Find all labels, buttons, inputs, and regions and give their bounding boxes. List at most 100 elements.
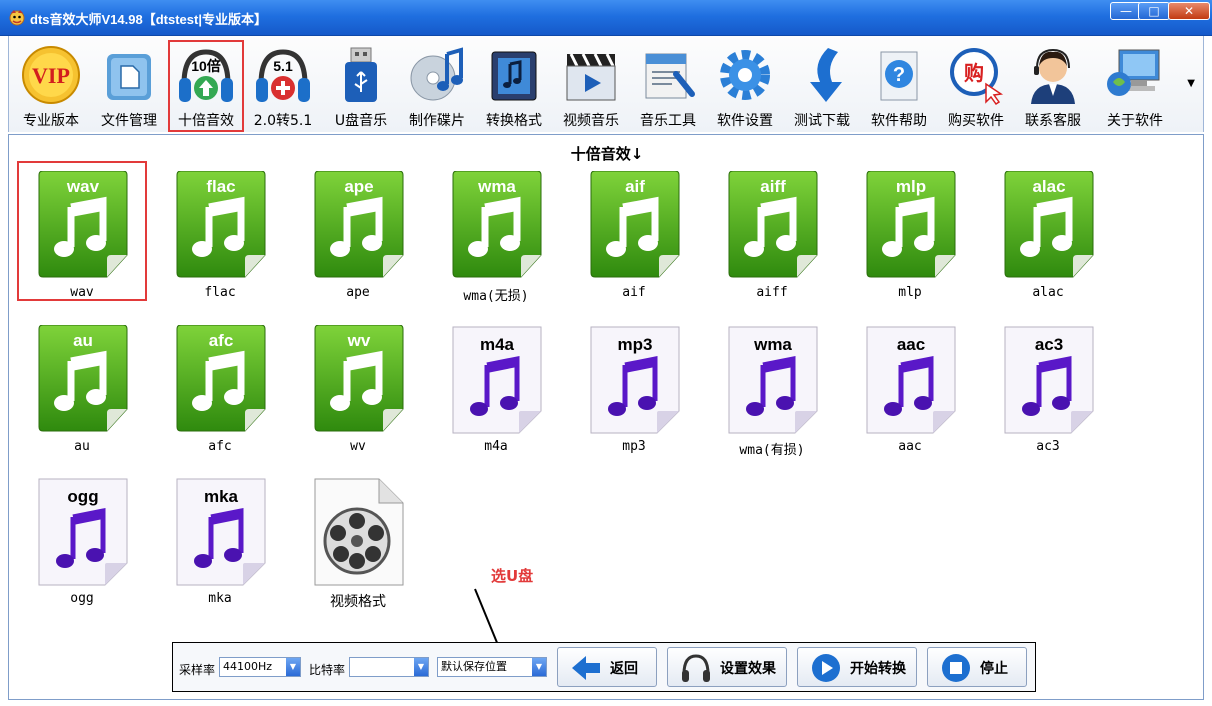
format-item-ape[interactable]: ape ape bbox=[293, 161, 423, 301]
purple-music-file-icon: mka bbox=[175, 477, 267, 587]
file-manager-icon bbox=[107, 54, 151, 100]
format-item-aif[interactable]: aif aif bbox=[569, 161, 699, 301]
format-label: aif bbox=[622, 285, 646, 300]
annotation-text: 选U盘 bbox=[491, 567, 534, 585]
set-effects-label: 设置效果 bbox=[720, 661, 776, 677]
format-item-video[interactable]: 视频格式 bbox=[293, 467, 423, 610]
toolbar-item-test-download[interactable]: 测试下载 bbox=[784, 40, 860, 132]
format-label: ape bbox=[346, 285, 370, 300]
toolbar-label: 购买软件 bbox=[948, 113, 1004, 129]
chevron-down-icon[interactable]: ▼ bbox=[414, 658, 428, 676]
format-label: ac3 bbox=[1036, 439, 1060, 454]
toolbar-label: 关于软件 bbox=[1107, 113, 1163, 129]
format-label: wav bbox=[70, 285, 94, 300]
usb-drive-icon bbox=[345, 47, 377, 102]
format-badge-text: mka bbox=[203, 487, 239, 506]
chevron-down-icon[interactable]: ▼ bbox=[532, 658, 546, 676]
headphones-51-icon: 5.1 bbox=[256, 49, 310, 102]
format-label: mlp bbox=[898, 285, 922, 300]
toolbar-item-usb-music[interactable]: U盘音乐 bbox=[323, 40, 399, 132]
stop-icon bbox=[942, 654, 970, 682]
title-bar: dts音效大师V14.98【dtstest|专业版本】 — □ ✕ bbox=[0, 0, 1212, 36]
toolbar-item-music-tools[interactable]: 音乐工具 bbox=[630, 40, 706, 132]
format-badge-text: mp3 bbox=[617, 335, 653, 354]
toolbar-item-10x-effect[interactable]: 10倍 十倍音效 bbox=[168, 40, 244, 132]
toolbar-item-contact-support[interactable]: 联系客服 bbox=[1015, 40, 1091, 132]
toolbar-item-software-settings[interactable]: 软件设置 bbox=[707, 40, 783, 132]
format-label: aac bbox=[898, 439, 922, 454]
format-label: aiff bbox=[756, 285, 788, 300]
window-title: dts音效大师V14.98【dtstest|专业版本】 bbox=[30, 12, 267, 27]
stop-button[interactable]: 停止 bbox=[927, 647, 1027, 687]
format-item-au[interactable]: au au bbox=[17, 315, 147, 455]
toolbar-label: 制作碟片 bbox=[409, 113, 465, 129]
format-item-mka[interactable]: mka mka bbox=[155, 467, 285, 607]
sample-rate-select[interactable]: 44100Hz ▼ bbox=[219, 657, 301, 677]
format-label: afc bbox=[208, 439, 232, 454]
chevron-down-icon[interactable]: ▼ bbox=[286, 658, 300, 676]
format-badge-text: mlp bbox=[895, 177, 927, 196]
format-item-aac[interactable]: aac aac bbox=[845, 315, 975, 455]
format-label: mp3 bbox=[622, 439, 646, 454]
gear-icon bbox=[720, 50, 770, 100]
toolbar-label: 视频音乐 bbox=[563, 113, 619, 129]
green-music-file-icon: mlp bbox=[865, 170, 957, 281]
sample-rate-value: 44100Hz bbox=[223, 660, 273, 673]
format-item-aiff[interactable]: aiff aiff bbox=[707, 161, 837, 301]
format-item-wav[interactable]: wav wav bbox=[17, 161, 147, 301]
save-location-select[interactable]: 默认保存位置 ▼ bbox=[437, 657, 547, 677]
format-item-ac3[interactable]: ac3 ac3 bbox=[983, 315, 1113, 455]
svg-text:?: ? bbox=[893, 64, 905, 86]
close-button[interactable]: ✕ bbox=[1168, 2, 1210, 20]
format-item-wv[interactable]: wv wv bbox=[293, 315, 423, 455]
format-badge-text: m4a bbox=[479, 335, 515, 354]
format-item-wma-3[interactable]: wma wma(无损) bbox=[431, 161, 561, 304]
purple-music-file-icon: aac bbox=[865, 325, 957, 435]
format-item-wma-13[interactable]: wma wma(有损) bbox=[707, 315, 837, 458]
toolbar-item-video-music[interactable]: 视频音乐 bbox=[553, 40, 629, 132]
format-item-alac[interactable]: alac alac bbox=[983, 161, 1113, 301]
format-item-mlp[interactable]: mlp mlp bbox=[845, 161, 975, 301]
toolbar-label: U盘音乐 bbox=[334, 113, 388, 129]
start-convert-label: 开始转换 bbox=[850, 661, 906, 677]
toolbar-item-buy-software[interactable]: 购 购买软件 bbox=[938, 40, 1014, 132]
toolbar-item-make-disc[interactable]: 制作碟片 bbox=[399, 40, 475, 132]
format-item-m4a[interactable]: m4a m4a bbox=[431, 315, 561, 455]
format-item-flac[interactable]: flac flac bbox=[155, 161, 285, 301]
toolbar-item-file-manager[interactable]: 文件管理 bbox=[91, 40, 167, 132]
format-badge-text: ape bbox=[344, 177, 374, 196]
toolbar-label: 音乐工具 bbox=[640, 113, 696, 129]
back-button[interactable]: 返回 bbox=[557, 647, 657, 687]
save-location-value: 默认保存位置 bbox=[441, 660, 507, 673]
svg-text:5.1: 5.1 bbox=[273, 58, 293, 74]
buy-icon: 购 bbox=[950, 48, 1004, 106]
bitrate-select[interactable]: ▼ bbox=[349, 657, 429, 677]
toolbar-item-about-software[interactable]: 关于软件 bbox=[1097, 40, 1173, 132]
help-icon: ? bbox=[880, 51, 918, 101]
format-item-afc[interactable]: afc afc bbox=[155, 315, 285, 455]
toolbar-item-convert-format[interactable]: 转换格式 bbox=[476, 40, 552, 132]
toolbar-item-2to51[interactable]: 5.1 2.0转5.1 bbox=[245, 40, 321, 132]
format-item-mp3[interactable]: mp3 mp3 bbox=[569, 315, 699, 455]
toolbar-item-software-help[interactable]: ? 软件帮助 bbox=[861, 40, 937, 132]
vip-badge-icon: VIP bbox=[22, 46, 80, 104]
download-arrow-icon bbox=[810, 48, 842, 102]
set-effects-button[interactable]: 设置效果 bbox=[667, 647, 787, 687]
format-badge-text: wma bbox=[754, 335, 792, 354]
format-badge-text: wma bbox=[478, 177, 516, 196]
format-label: wv bbox=[350, 439, 366, 454]
toolbar-label: 软件帮助 bbox=[871, 113, 927, 129]
music-tools-icon bbox=[645, 53, 695, 99]
format-item-ogg[interactable]: ogg ogg bbox=[17, 467, 147, 607]
format-badge-text: aac bbox=[896, 335, 926, 354]
green-music-file-icon: alac bbox=[1003, 170, 1095, 281]
toolbar-label: 2.0转5.1 bbox=[253, 113, 313, 129]
about-computer-icon bbox=[1107, 49, 1160, 96]
toolbar-item-pro-version[interactable]: VIP 专业版本 bbox=[13, 40, 89, 132]
maximize-button[interactable]: □ bbox=[1138, 2, 1170, 20]
video-clapper-icon bbox=[566, 53, 616, 101]
toolbar-overflow-arrow-icon[interactable]: ▼ bbox=[1187, 78, 1195, 89]
toolbar-label: 联系客服 bbox=[1025, 113, 1081, 129]
start-convert-button[interactable]: 开始转换 bbox=[797, 647, 917, 687]
format-label: alac bbox=[1032, 285, 1064, 300]
